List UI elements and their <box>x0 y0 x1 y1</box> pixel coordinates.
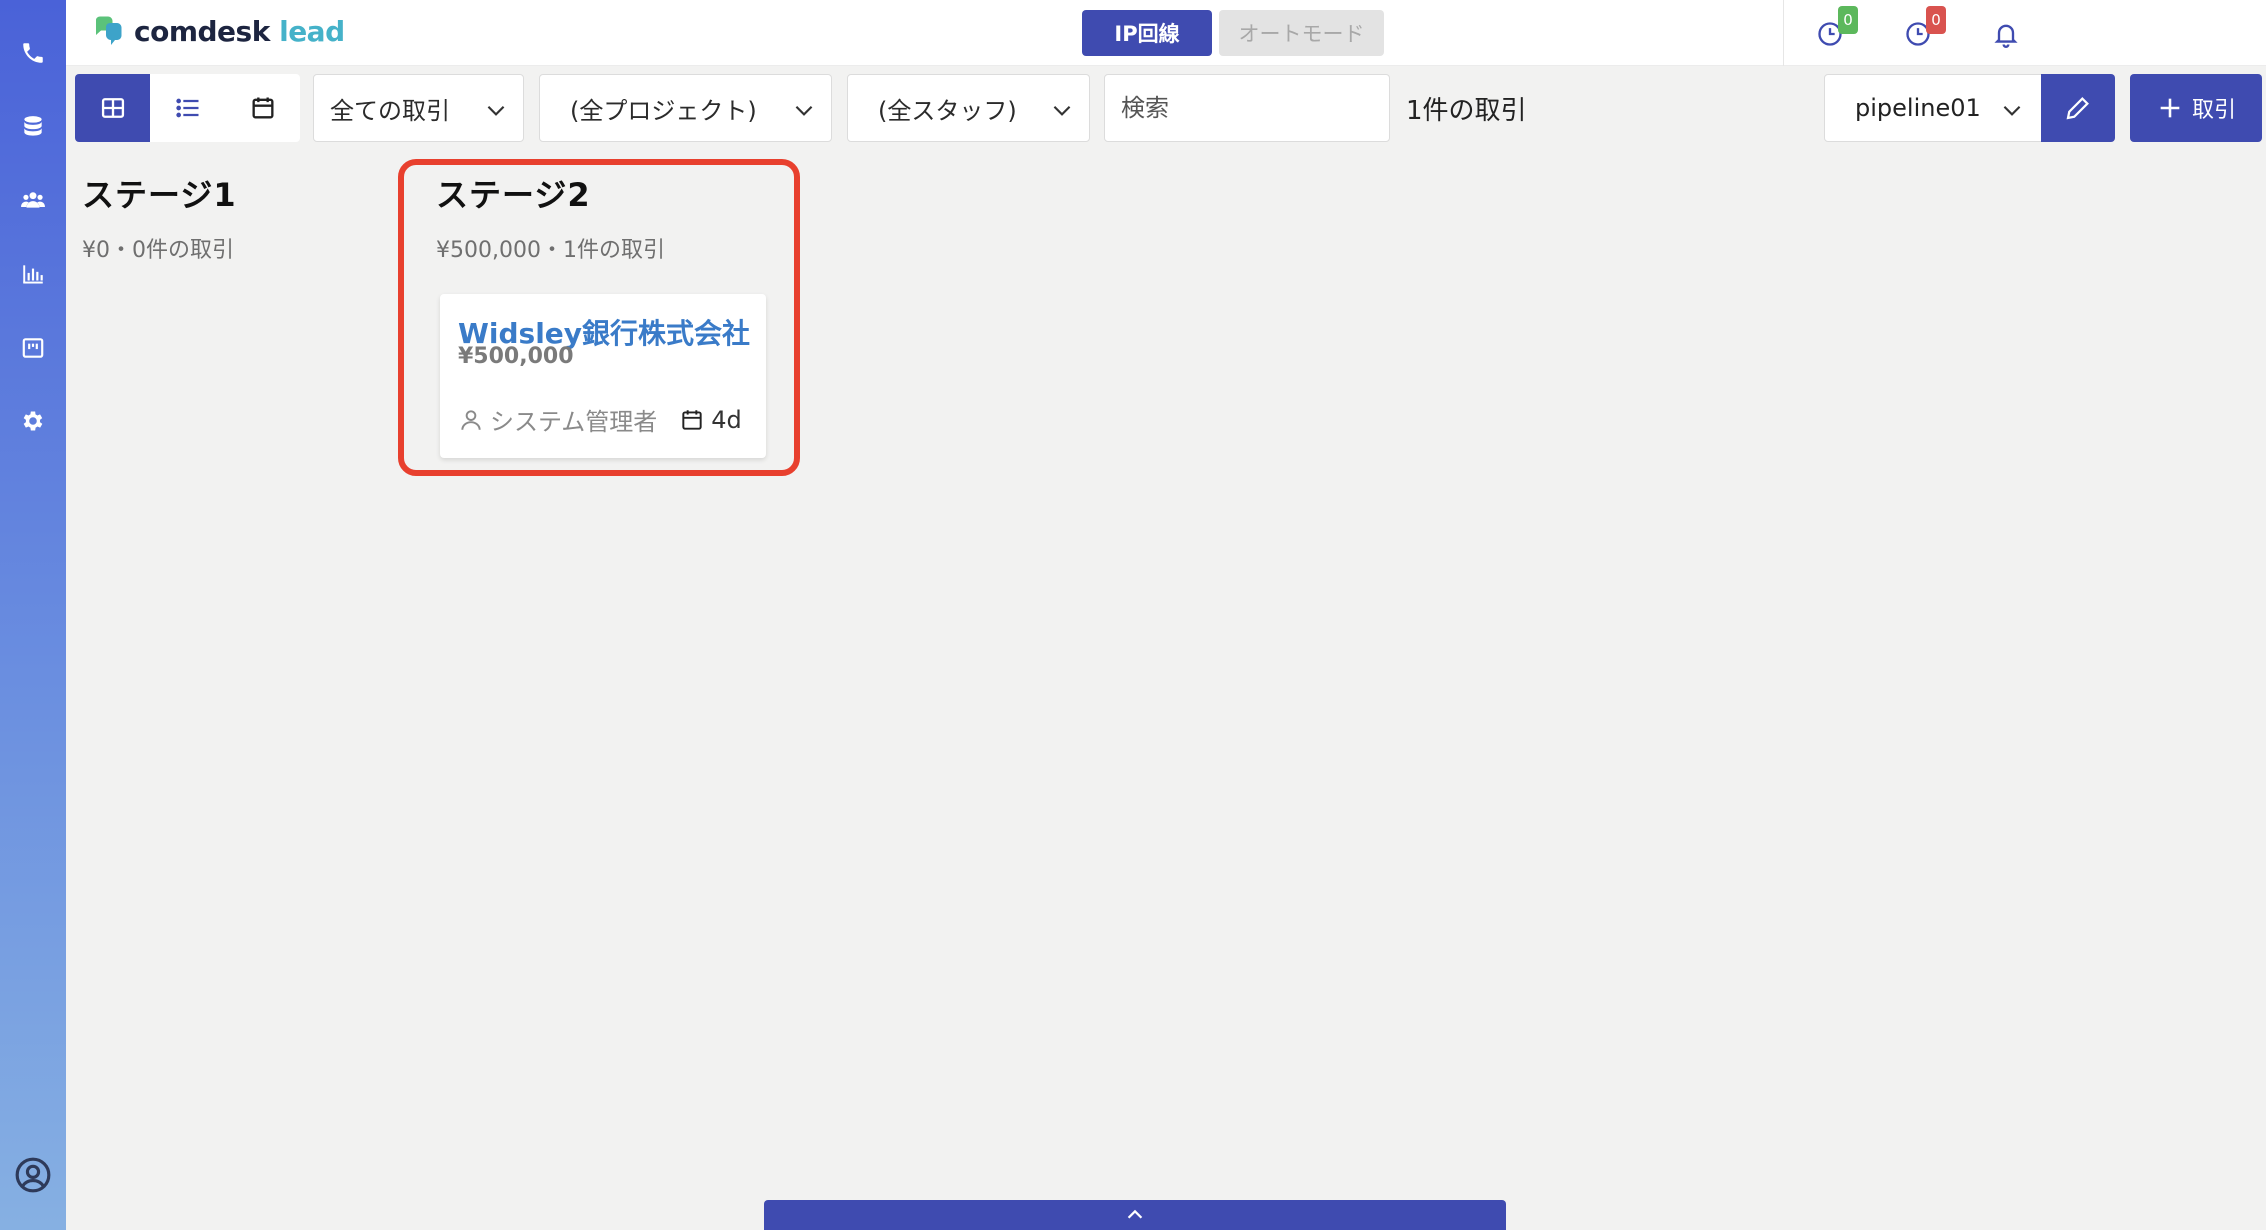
app-logo[interactable]: comdesk lead <box>92 14 345 48</box>
grid-icon <box>101 98 124 118</box>
deal-count: 1件の取引 <box>1406 96 1527 126</box>
staff-filter-value: (全スタッフ) <box>878 96 1017 125</box>
users-icon[interactable] <box>17 184 49 216</box>
deal-card[interactable]: Widsley銀行株式会社 ¥500,000 システム管理者 4d <box>440 294 766 458</box>
user-circle-icon[interactable] <box>13 1155 53 1195</box>
calendar-view-button[interactable] <box>225 74 300 142</box>
calendar-icon <box>252 97 273 119</box>
history-red-button[interactable]: 0 <box>1900 6 1946 54</box>
deal-filter-value: 全ての取引 <box>330 96 450 125</box>
calendar-icon <box>682 409 702 430</box>
ip-line-button[interactable]: IP回線 <box>1082 10 1212 56</box>
person-icon <box>461 409 481 430</box>
stage-summary: ¥500,000・1件の取引 <box>436 238 665 263</box>
board-view-button[interactable] <box>75 74 150 142</box>
stage-title: ステージ2 <box>436 176 591 214</box>
expand-panel-button[interactable] <box>764 1200 1506 1230</box>
stage-column-1: ステージ1 ¥0・0件の取引 <box>82 170 237 264</box>
project-filter-value: (全プロジェクト) <box>570 96 757 125</box>
add-deal-label: 取引 <box>2191 98 2236 123</box>
chevron-down-icon <box>795 105 813 116</box>
search-input[interactable] <box>1104 74 1390 142</box>
notification-button[interactable] <box>1988 14 2028 54</box>
stage-title: ステージ1 <box>82 176 237 214</box>
top-divider <box>1783 0 1784 66</box>
pipeline-value: pipeline01 <box>1855 94 1981 122</box>
phone-icon[interactable] <box>17 37 49 69</box>
board-icon[interactable] <box>17 332 49 364</box>
logo-mark-icon <box>92 14 126 48</box>
top-bar: comdesk lead IP回線 オートモード 0 0 <box>66 0 2266 66</box>
project-filter-select[interactable]: (全プロジェクト) <box>539 74 832 142</box>
deal-amount: ¥500,000 <box>458 344 574 369</box>
chart-icon[interactable] <box>17 258 49 290</box>
staff-filter-select[interactable]: (全スタッフ) <box>847 74 1090 142</box>
logo-text: comdesk lead <box>134 14 345 48</box>
gear-icon[interactable] <box>17 405 49 437</box>
history-green-button[interactable]: 0 <box>1812 6 1858 54</box>
stage-summary: ¥0・0件の取引 <box>82 238 234 263</box>
list-view-button[interactable] <box>150 74 225 142</box>
edit-pipeline-button[interactable] <box>2041 74 2115 142</box>
badge-count: 0 <box>1838 6 1858 34</box>
chevron-up-icon <box>1127 1209 1143 1219</box>
pencil-icon <box>2066 97 2089 120</box>
database-icon[interactable] <box>17 111 49 143</box>
bell-icon <box>1994 24 2018 48</box>
sidebar <box>0 0 66 1230</box>
badge-count: 0 <box>1926 6 1946 34</box>
auto-mode-button[interactable]: オートモード <box>1219 10 1384 56</box>
stage-column-2: ステージ2 ¥500,000・1件の取引 <box>436 170 665 264</box>
list-icon <box>175 98 198 118</box>
view-switcher <box>75 74 300 142</box>
add-deal-button[interactable]: 取引 <box>2130 74 2262 142</box>
deal-meta: システム管理者 4d <box>458 402 742 437</box>
chevron-down-icon <box>1053 105 1071 116</box>
pipeline-select[interactable]: pipeline01 <box>1824 74 2042 142</box>
chevron-down-icon <box>487 105 505 116</box>
chevron-down-icon <box>2003 105 2021 116</box>
deal-age: 4d <box>711 405 742 434</box>
deal-filter-select[interactable]: 全ての取引 <box>313 74 524 142</box>
plus-icon <box>2160 98 2180 118</box>
deal-owner: システム管理者 <box>490 408 658 436</box>
